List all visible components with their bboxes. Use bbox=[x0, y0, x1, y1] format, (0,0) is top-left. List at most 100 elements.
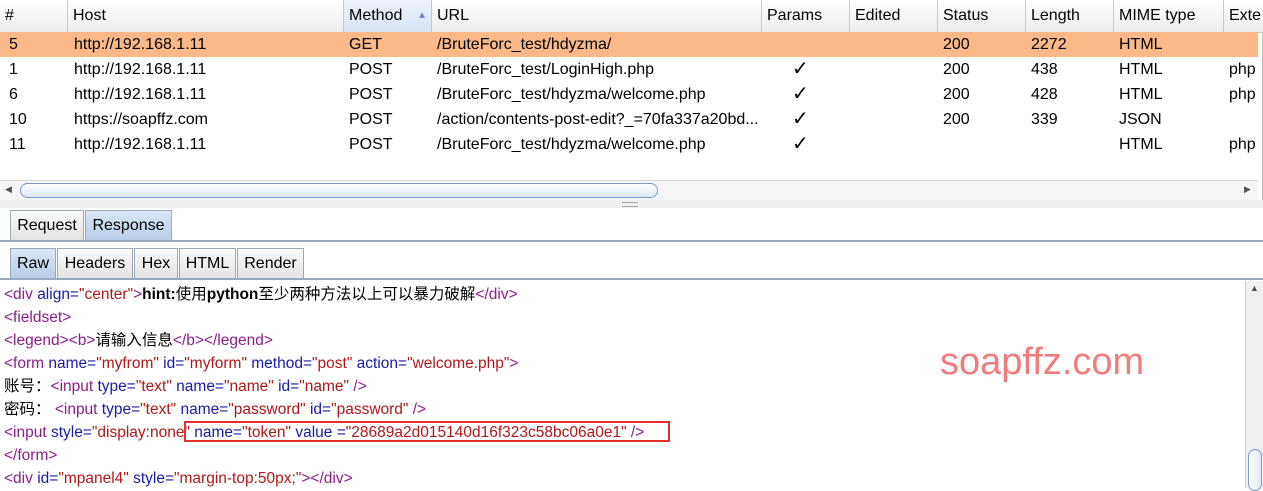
row-edited bbox=[850, 32, 938, 57]
scroll-left-icon[interactable]: ◀ bbox=[5, 184, 12, 195]
code-token: id= bbox=[37, 470, 59, 487]
table-row[interactable]: 11 http://192.168.1.11 POST /BruteForc_t… bbox=[0, 132, 1258, 157]
code-token: "welcome.php" bbox=[407, 355, 510, 372]
code-token: </b></legend> bbox=[172, 332, 273, 349]
column-header-edited[interactable]: Edited bbox=[850, 0, 938, 32]
code-token: <input bbox=[50, 401, 102, 418]
row-length: 438 bbox=[1031, 61, 1058, 78]
column-header-method[interactable]: Method ▲ bbox=[344, 0, 432, 32]
code-token: <form bbox=[4, 355, 49, 372]
row-params-check-icon: ✓ bbox=[792, 133, 809, 155]
row-host: http://192.168.1.11 bbox=[74, 61, 207, 78]
tab-render[interactable]: Render bbox=[237, 248, 304, 278]
row-status: 200 bbox=[943, 61, 970, 78]
code-token: name= bbox=[176, 401, 229, 418]
row-mime: HTML bbox=[1119, 61, 1163, 78]
code-token: ></div> bbox=[301, 470, 353, 487]
scroll-up-icon[interactable]: ▲ bbox=[1250, 283, 1259, 293]
table-row[interactable]: 6 http://192.168.1.11 POST /BruteForc_te… bbox=[0, 82, 1258, 107]
editor-vertical-scrollbar[interactable]: ▲ bbox=[1245, 281, 1263, 491]
row-length: 428 bbox=[1031, 86, 1058, 103]
row-number: 11 bbox=[9, 136, 26, 153]
column-header-mime-type[interactable]: MIME type bbox=[1114, 0, 1224, 32]
row-mime: HTML bbox=[1119, 36, 1163, 53]
code-token: id= bbox=[273, 378, 300, 395]
row-params-check-icon bbox=[762, 32, 850, 57]
table-row[interactable]: 5 http://192.168.1.11 GET /BruteForc_tes… bbox=[0, 32, 1258, 57]
code-token: "password" bbox=[331, 401, 409, 418]
splitter-grip-icon[interactable] bbox=[622, 202, 638, 207]
row-edited bbox=[850, 57, 938, 82]
row-params-check-icon: ✓ bbox=[792, 108, 809, 130]
column-header-extension[interactable]: Exte bbox=[1224, 0, 1263, 32]
table-horizontal-scrollbar[interactable]: ◀ ▶ bbox=[0, 180, 1258, 200]
code-line: </form> bbox=[4, 444, 57, 467]
row-edited bbox=[850, 82, 938, 107]
row-method: POST bbox=[349, 111, 393, 128]
code-token: method= bbox=[246, 355, 313, 372]
row-url: /BruteForc_test/LoginHigh.php bbox=[437, 61, 655, 78]
tab-request[interactable]: Request bbox=[10, 210, 84, 240]
column-header-url[interactable]: URL bbox=[432, 0, 762, 32]
code-token: /> bbox=[408, 401, 427, 418]
code-token: <legend><b> bbox=[4, 332, 96, 349]
code-token: "name" bbox=[299, 378, 349, 395]
scrollbar-thumb[interactable] bbox=[20, 183, 658, 198]
row-host: http://192.168.1.11 bbox=[74, 136, 207, 153]
code-line: <fieldset> bbox=[4, 306, 71, 329]
tab-hex[interactable]: Hex bbox=[134, 248, 178, 278]
row-host: http://192.168.1.11 bbox=[74, 36, 207, 53]
row-method: POST bbox=[349, 86, 393, 103]
scrollbar-thumb[interactable] bbox=[1248, 449, 1262, 491]
code-token: 使用 bbox=[175, 286, 207, 303]
tab-response[interactable]: Response bbox=[85, 210, 172, 240]
table-row[interactable]: 10 https://soapffz.com POST /action/cont… bbox=[0, 107, 1258, 132]
code-token: 请输入信息 bbox=[95, 332, 173, 349]
column-header-status[interactable]: Status bbox=[938, 0, 1026, 32]
row-extension: php bbox=[1229, 61, 1256, 78]
column-header-number[interactable]: # bbox=[0, 0, 68, 32]
code-token: id= bbox=[158, 355, 185, 372]
row-params-check-icon: ✓ bbox=[792, 58, 809, 80]
row-url: /BruteForc_test/hdyzma/welcome.php bbox=[437, 86, 706, 103]
scroll-right-icon[interactable]: ▶ bbox=[1244, 184, 1251, 195]
tab-underline bbox=[0, 278, 1263, 280]
row-method: GET bbox=[349, 36, 382, 53]
tab-raw[interactable]: Raw bbox=[10, 248, 56, 278]
row-number: 1 bbox=[9, 61, 18, 78]
code-line: <div align="center">hint:使用python至少两种方法以… bbox=[4, 283, 518, 306]
column-header-host[interactable]: Host bbox=[68, 0, 344, 32]
row-url: /BruteForc_test/hdyzma/welcome.php bbox=[437, 136, 706, 153]
code-token: /> bbox=[349, 378, 367, 395]
code-token: name= bbox=[171, 378, 224, 395]
code-token: "mpanel4" bbox=[58, 470, 129, 487]
raw-response-editor[interactable]: <div align="center">hint:使用python至少两种方法以… bbox=[0, 281, 1245, 488]
row-mime: HTML bbox=[1119, 136, 1163, 153]
code-token: "display:none" bbox=[91, 424, 190, 441]
tab-html[interactable]: HTML bbox=[179, 248, 236, 278]
view-tabs: Raw Headers Hex HTML Render bbox=[0, 246, 1263, 281]
tab-headers[interactable]: Headers bbox=[57, 248, 133, 278]
column-header-length[interactable]: Length bbox=[1026, 0, 1114, 32]
code-line: 密码： <input type="text" name="password" i… bbox=[4, 398, 426, 421]
code-token: <fieldset> bbox=[4, 309, 72, 326]
row-number: 5 bbox=[9, 36, 18, 53]
proxy-history-table[interactable]: # Host Method ▲ URL Params Edited Status… bbox=[0, 0, 1263, 200]
code-token: 至少两种方法以上可以暴力破解 bbox=[258, 286, 476, 303]
column-header-method-label: Method bbox=[349, 7, 403, 24]
token-highlight-box bbox=[184, 421, 670, 442]
code-token: type= bbox=[97, 378, 136, 395]
code-token: action= bbox=[352, 355, 408, 372]
row-url: /BruteForc_test/hdyzma/ bbox=[437, 36, 612, 53]
code-token: > bbox=[133, 286, 143, 303]
row-edited bbox=[850, 132, 938, 157]
table-row[interactable]: 1 http://192.168.1.11 POST /BruteForc_te… bbox=[0, 57, 1258, 82]
row-status: 200 bbox=[943, 36, 970, 53]
code-token: "password" bbox=[228, 401, 306, 418]
row-edited bbox=[850, 107, 938, 132]
code-token: <div bbox=[4, 470, 38, 487]
pane-splitter[interactable] bbox=[0, 200, 1263, 208]
column-header-params[interactable]: Params bbox=[762, 0, 850, 32]
row-method: POST bbox=[349, 136, 393, 153]
row-url: /action/contents-post-edit?_=70fa337a20b… bbox=[437, 111, 759, 128]
